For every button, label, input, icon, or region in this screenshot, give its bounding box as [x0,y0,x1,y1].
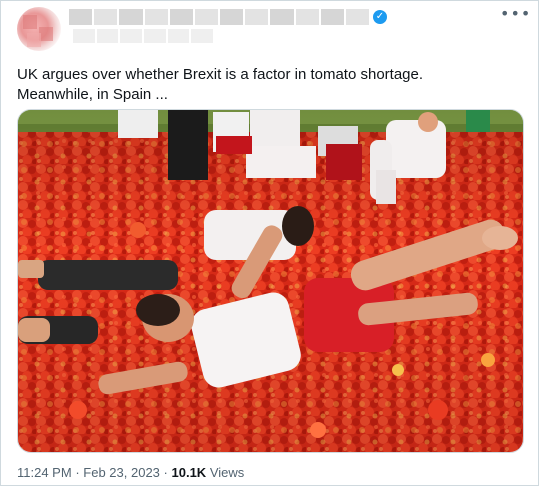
views-count[interactable]: 10.1K [172,465,207,480]
avatar-pixel [27,33,41,47]
verified-badge-icon: ✓ [373,10,387,24]
avatar-pixel [39,27,53,41]
tweet-date[interactable]: Feb 23, 2023 [83,465,160,480]
avatar-pixel [23,15,37,29]
tweet-text-line: Meanwhile, in Spain ... [17,86,168,103]
author-handle-redacted[interactable] [73,29,214,43]
avatar[interactable] [17,7,61,51]
meta-separator: · [163,465,168,480]
tweet-time[interactable]: 11:24 PM [17,465,72,480]
tomatina-photo [18,110,523,452]
tweet-card: ✓ ••• UK argues over whether Brexit is a… [0,0,539,486]
tweet-meta: 11:24 PM · Feb 23, 2023 · 10.1K Views [17,465,244,480]
more-options-icon[interactable]: ••• [500,6,530,27]
meta-separator: · [75,465,80,480]
tweet-text-line: UK argues over whether Brexit is a facto… [17,66,424,83]
tweet-photo[interactable] [17,109,524,453]
tweet-text: UK argues over whether Brexit is a facto… [17,65,517,105]
views-label: Views [209,465,245,480]
tweet-header: ✓ ••• [17,6,530,51]
author-name-redacted[interactable] [69,9,370,25]
